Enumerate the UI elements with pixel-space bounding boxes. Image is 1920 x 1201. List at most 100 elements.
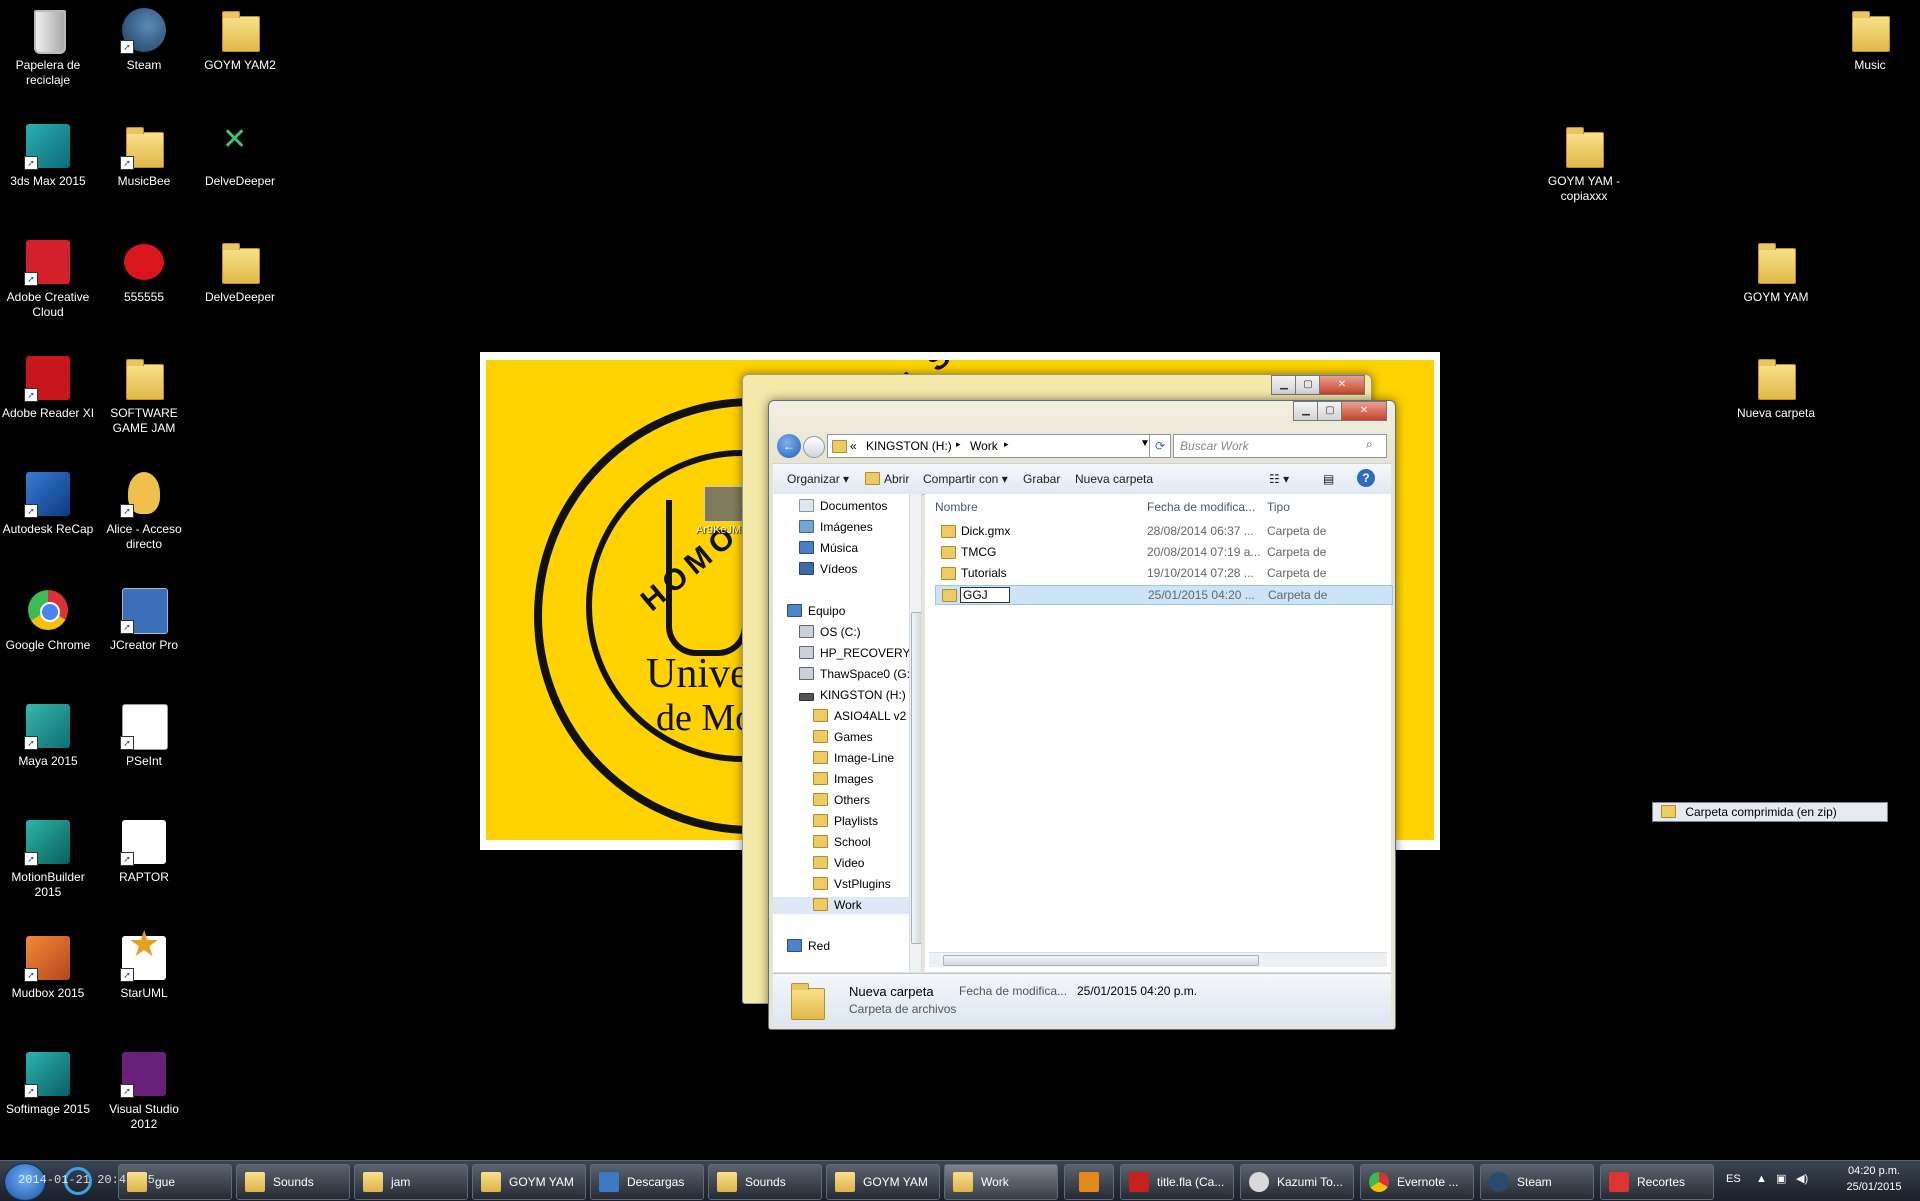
- desktop-icon-steam[interactable]: ➚ Steam: [96, 0, 192, 73]
- minimize-button[interactable]: ▁: [1293, 401, 1319, 421]
- desktop-icon-goym-yam-copia[interactable]: GOYM YAM - copiaxxx: [1536, 116, 1632, 204]
- rename-input[interactable]: GGJ: [960, 587, 1010, 603]
- taskbar-button[interactable]: [1064, 1164, 1114, 1200]
- desktop-icon-555555[interactable]: 555555: [96, 232, 192, 305]
- desktop-icon-3dsmax[interactable]: ➚ 3ds Max 2015: [0, 116, 96, 189]
- language-indicator[interactable]: ES: [1726, 1173, 1741, 1185]
- minimize-button[interactable]: ▁: [1271, 375, 1297, 395]
- view-options-icon[interactable]: ☷ ▾: [1269, 472, 1289, 486]
- clock-date[interactable]: 25/01/2015: [1838, 1181, 1910, 1193]
- nav-folder[interactable]: School: [813, 834, 871, 851]
- nav-folder[interactable]: Image-Line: [813, 750, 894, 767]
- nav-folder-selected[interactable]: Work: [773, 897, 909, 914]
- nav-folder[interactable]: Video: [813, 855, 864, 872]
- clock-time[interactable]: 04:20 p.m.: [1838, 1165, 1910, 1177]
- horizontal-scrollbar[interactable]: [929, 952, 1387, 967]
- close-button[interactable]: ✕: [1341, 401, 1387, 421]
- explorer-window[interactable]: ▁ ▢ ✕ ← « KINGSTON (H:) ▸ Work ▸ ▼ ⟳ Bus…: [768, 400, 1396, 1030]
- back-button[interactable]: ←: [777, 434, 801, 458]
- column-header-name[interactable]: Nombre: [935, 500, 978, 514]
- nav-item-videos[interactable]: Vídeos: [799, 561, 857, 578]
- desktop-icon-music[interactable]: Music: [1822, 0, 1918, 73]
- taskbar-button[interactable]: Evernote ...: [1360, 1164, 1474, 1200]
- nav-folder[interactable]: Images: [813, 771, 873, 788]
- desktop-icon-pseint[interactable]: ➚ PSeInt: [96, 696, 192, 769]
- nav-item-drive-g[interactable]: ThawSpace0 (G:): [799, 666, 914, 683]
- desktop-icon-motionbuilder[interactable]: ➚ MotionBuilder 2015: [0, 812, 96, 900]
- maximize-button[interactable]: ▢: [1295, 375, 1321, 395]
- show-hidden-icons-icon[interactable]: ▲: [1756, 1173, 1767, 1185]
- taskbar-button[interactable]: gue: [118, 1164, 232, 1200]
- file-row-selected[interactable]: GGJ 25/01/2015 04:20 ... Carpeta de: [935, 585, 1393, 605]
- desktop-icon-visual-studio[interactable]: ➚ Visual Studio 2012: [96, 1044, 192, 1132]
- desktop-icon-recap[interactable]: ➚ Autodesk ReCap: [0, 464, 96, 537]
- refresh-button[interactable]: ⟳: [1149, 434, 1171, 458]
- breadcrumb-kingston[interactable]: KINGSTON (H:): [866, 439, 952, 453]
- desktop-icon-delvedeeper-app[interactable]: ✕ DelveDeeper: [192, 116, 288, 189]
- preview-pane-icon[interactable]: ▤: [1323, 472, 1334, 486]
- desktop-icon-maya[interactable]: ➚ Maya 2015: [0, 696, 96, 769]
- taskbar-button[interactable]: Descargas: [590, 1164, 704, 1200]
- taskbar-button[interactable]: Sounds: [708, 1164, 822, 1200]
- taskbar-button[interactable]: jam: [354, 1164, 468, 1200]
- desktop-icon-softimage[interactable]: ➚ Softimage 2015: [0, 1044, 96, 1117]
- scroll-thumb[interactable]: [911, 612, 921, 944]
- address-bar[interactable]: « KINGSTON (H:) ▸ Work ▸ ▼: [827, 434, 1163, 458]
- desktop-icon-delvedeeper-zip[interactable]: DelveDeeper: [192, 232, 288, 305]
- nav-folder[interactable]: Others: [813, 792, 870, 809]
- desktop-icon-staruml[interactable]: ★ ➚ StarUML: [96, 926, 192, 1001]
- nav-item-drive-h[interactable]: KINGSTON (H:): [799, 687, 906, 704]
- nav-item-network[interactable]: Red: [787, 938, 830, 955]
- nav-item-computer[interactable]: Equipo: [787, 603, 845, 620]
- desktop-icon-raptor[interactable]: ➚ RAPTOR: [96, 812, 192, 885]
- taskbar-button[interactable]: Recortes: [1600, 1164, 1714, 1200]
- desktop-icon-chrome[interactable]: Google Chrome: [0, 580, 96, 653]
- nav-item-drive-c[interactable]: OS (C:): [799, 624, 861, 641]
- nav-item-documents[interactable]: Documentos: [799, 498, 887, 515]
- network-tray-icon[interactable]: ▣: [1776, 1172, 1786, 1185]
- taskbar-button[interactable]: title.fla (Ca...: [1120, 1164, 1234, 1200]
- maximize-button[interactable]: ▢: [1317, 401, 1343, 421]
- nav-item-images[interactable]: Imágenes: [799, 519, 873, 536]
- desktop-icon-recycle-bin[interactable]: Papelera de reciclaje: [0, 0, 96, 88]
- nav-folder[interactable]: Games: [813, 729, 873, 746]
- desktop-icon-jcreator[interactable]: ➚ JCreator Pro: [96, 580, 192, 653]
- nav-item-drive-d[interactable]: HP_RECOVERY (D: [799, 645, 921, 662]
- forward-button[interactable]: [803, 436, 825, 458]
- file-row[interactable]: TMCG 20/08/2014 07:19 a... Carpeta de: [935, 543, 1391, 561]
- nav-scrollbar[interactable]: [909, 494, 921, 972]
- breadcrumb-separator[interactable]: ▸: [1004, 439, 1009, 450]
- desktop-icon-goym-yam2[interactable]: GOYM YAM2: [192, 0, 288, 73]
- new-folder-button[interactable]: Nueva carpeta: [1075, 472, 1153, 486]
- breadcrumb-separator[interactable]: ▸: [956, 439, 961, 450]
- open-button[interactable]: Abrir: [865, 472, 909, 486]
- taskbar-button[interactable]: GOYM YAM: [472, 1164, 586, 1200]
- desktop-icon-nueva-carpeta[interactable]: Nueva carpeta: [1728, 348, 1824, 421]
- taskbar-button[interactable]: GOYM YAM: [826, 1164, 940, 1200]
- nav-item-music[interactable]: Música: [799, 540, 858, 557]
- burn-button[interactable]: Grabar: [1023, 472, 1060, 486]
- column-header-type[interactable]: Tipo: [1267, 500, 1290, 514]
- close-button[interactable]: ✕: [1319, 375, 1365, 395]
- breadcrumb-work[interactable]: Work: [970, 439, 998, 453]
- taskbar-button[interactable]: Kazumi To...: [1240, 1164, 1354, 1200]
- organize-button[interactable]: Organizar ▾: [787, 472, 849, 486]
- taskbar-button-active[interactable]: Work: [944, 1164, 1058, 1200]
- nav-folder[interactable]: VstPlugins: [813, 876, 891, 893]
- desktop-icon-adobe-reader[interactable]: ➚ Adobe Reader XI: [0, 348, 96, 421]
- search-input[interactable]: Buscar Work ⌕: [1173, 434, 1387, 458]
- taskbar-button[interactable]: Sounds: [236, 1164, 350, 1200]
- desktop-icon-creative-cloud[interactable]: ➚ Adobe Creative Cloud: [0, 232, 96, 320]
- file-row[interactable]: Tutorials 19/10/2014 07:28 ... Carpeta d…: [935, 564, 1391, 582]
- taskbar-button[interactable]: Steam: [1480, 1164, 1594, 1200]
- share-button[interactable]: Compartir con ▾: [923, 472, 1008, 486]
- scroll-thumb[interactable]: [943, 955, 1259, 966]
- desktop-icon-goym-yam[interactable]: GOYM YAM: [1728, 232, 1824, 305]
- nav-folder[interactable]: ASIO4ALL v2: [813, 708, 906, 725]
- desktop-icon-mudbox[interactable]: ➚ Mudbox 2015: [0, 928, 96, 1001]
- nav-folder[interactable]: Playlists: [813, 813, 878, 830]
- search-icon[interactable]: ⌕: [1366, 437, 1373, 452]
- column-header-modified[interactable]: Fecha de modifica...: [1147, 500, 1255, 514]
- desktop-icon-alice[interactable]: ➚ Alice - Acceso directo: [96, 464, 192, 552]
- volume-icon[interactable]: ◀): [1796, 1172, 1808, 1185]
